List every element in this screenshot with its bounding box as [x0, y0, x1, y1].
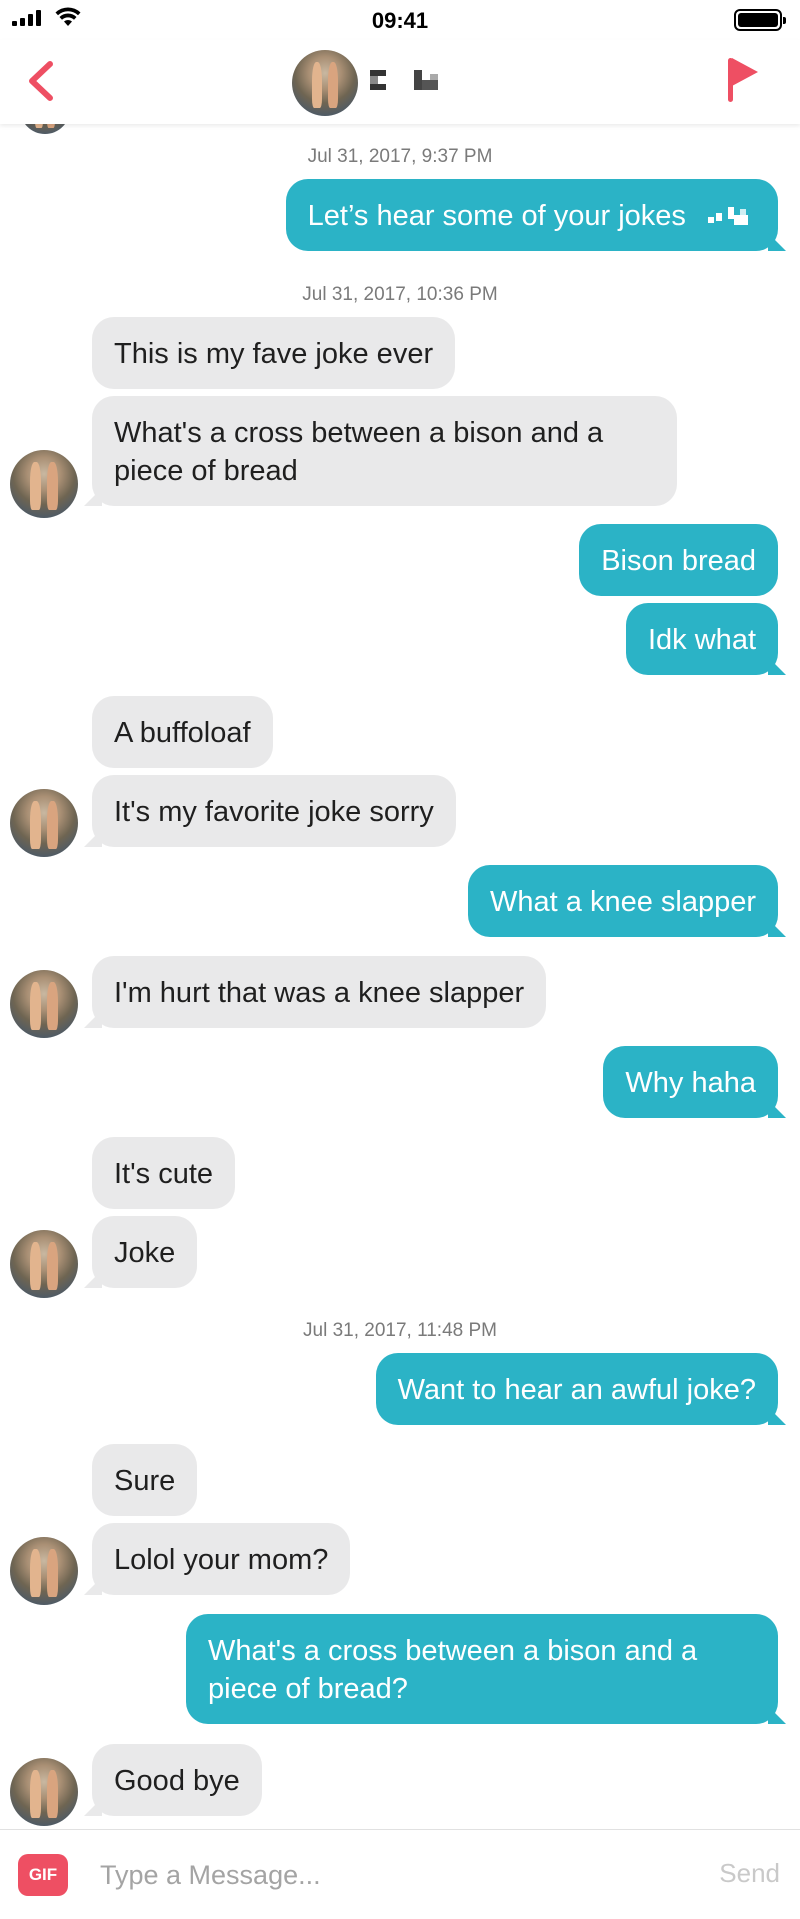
outgoing-message: Bison bread — [579, 524, 778, 596]
timestamp: Jul 31, 2017, 9:37 PM — [307, 146, 493, 167]
redacted-emoji — [708, 207, 748, 226]
incoming-message: Sure — [92, 1444, 198, 1516]
outgoing-message: Want to hear an awful joke? — [375, 1353, 778, 1425]
incoming-message: I'm hurt that was a knee slapper — [92, 956, 547, 1028]
flag-icon[interactable] — [722, 54, 762, 106]
chevron-left-icon[interactable] — [22, 56, 62, 106]
incoming-message: It's cute — [92, 1137, 236, 1209]
avatar — [20, 124, 70, 134]
timestamp: Jul 31, 2017, 11:48 PM — [303, 1320, 497, 1341]
incoming-message: Good bye — [92, 1744, 262, 1816]
incoming-message: This is my fave joke ever — [92, 317, 456, 389]
message-composer: GIF Send — [0, 1829, 800, 1919]
avatar[interactable] — [10, 450, 78, 518]
outgoing-message: Why haha — [603, 1046, 778, 1118]
battery-icon — [734, 9, 786, 31]
gif-button[interactable]: GIF — [18, 1854, 68, 1896]
message-list[interactable]: Jul 31, 2017, 9:37 PM Let’s hear some of… — [0, 124, 800, 1829]
avatar[interactable] — [10, 1758, 78, 1826]
incoming-message: Lolol your mom? — [92, 1523, 351, 1595]
incoming-message: A buffoloaf — [92, 696, 273, 768]
outgoing-message: Let’s hear some of your jokes — [285, 179, 778, 251]
match-name-redacted — [370, 70, 438, 90]
send-button[interactable]: Send — [719, 1858, 780, 1889]
chat-header — [0, 40, 800, 124]
timestamp: Jul 31, 2017, 10:36 PM — [302, 284, 498, 305]
outgoing-message: What's a cross between a bison and a pie… — [186, 1614, 778, 1724]
outgoing-message: What a knee slapper — [468, 865, 778, 937]
avatar[interactable] — [10, 1537, 78, 1605]
status-bar: 09:41 — [0, 0, 800, 40]
incoming-message: Joke — [92, 1216, 198, 1288]
status-time: 09:41 — [371, 8, 429, 33]
message-input[interactable] — [100, 1850, 660, 1900]
match-avatar[interactable] — [292, 50, 358, 116]
avatar[interactable] — [10, 789, 78, 857]
outgoing-message: Idk what — [626, 603, 778, 675]
incoming-message: It's my favorite joke sorry — [92, 775, 456, 847]
incoming-message: What's a cross between a bison and a pie… — [92, 396, 677, 506]
avatar[interactable] — [10, 1230, 78, 1298]
avatar[interactable] — [10, 970, 78, 1038]
